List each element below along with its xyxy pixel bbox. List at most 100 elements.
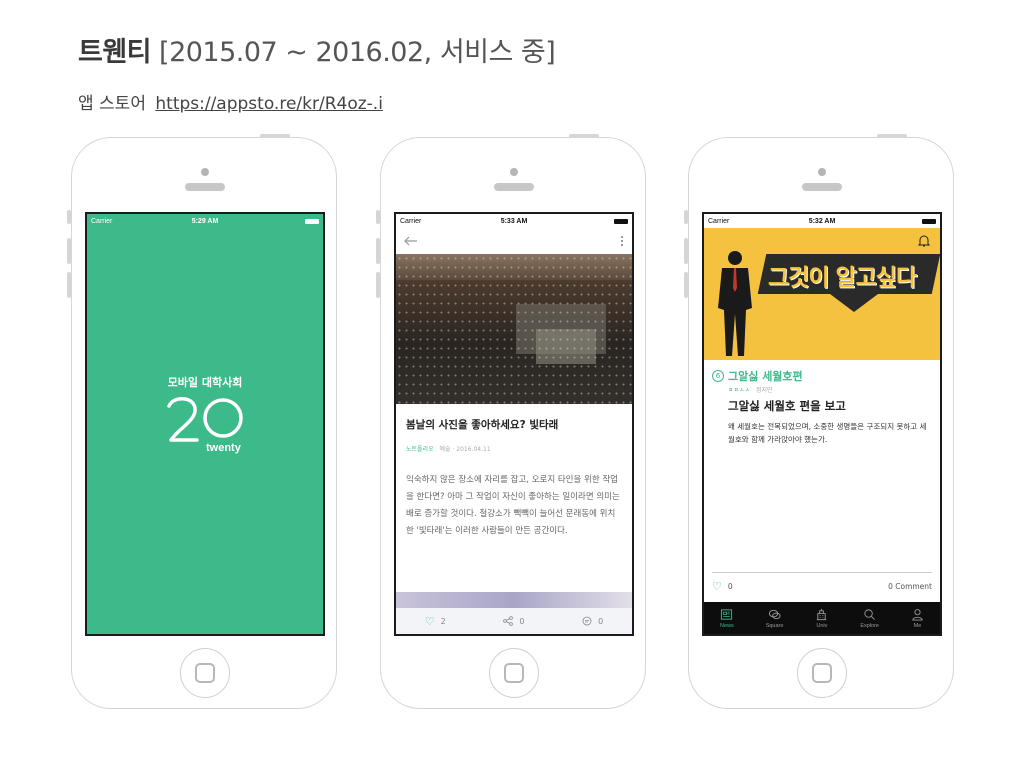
phone-volume-up — [67, 238, 71, 264]
article-category-date: 예술 · 2016.04.11 — [439, 446, 491, 453]
carrier-label: Carrier — [708, 217, 730, 225]
bell-icon[interactable] — [918, 234, 930, 247]
camera-icon — [201, 168, 209, 176]
home-button[interactable] — [489, 648, 539, 698]
battery-icon — [552, 218, 628, 224]
service-period: [2015.07 ~ 2016.02, 서비스 중] — [159, 37, 556, 68]
university-icon — [817, 608, 827, 620]
divider — [712, 572, 932, 573]
search-icon — [864, 608, 876, 620]
camera-icon — [818, 168, 826, 176]
user-icon — [912, 608, 923, 621]
post-stats: ♡ 0 0 Comment — [712, 580, 932, 593]
phone-volume-down — [67, 272, 71, 298]
phone-article: Carrier 5:33 AM 봄날의 사진을 좋아하세요? 빛타래 노트폴리오… — [376, 134, 646, 709]
episode-row[interactable]: 6 그알싫 세월호편 — [712, 368, 803, 384]
article-screen: Carrier 5:33 AM 봄날의 사진을 좋아하세요? 빛타래 노트폴리오… — [394, 212, 634, 636]
phone-top-button — [569, 134, 599, 138]
home-button[interactable] — [797, 648, 847, 698]
article-source[interactable]: 노트폴리오 — [406, 446, 434, 453]
tab-news[interactable]: News — [720, 608, 734, 629]
phone-mute-switch — [67, 210, 71, 224]
news-icon — [721, 608, 733, 620]
speaker-grill — [494, 183, 534, 191]
tab-label: Explore — [860, 622, 879, 629]
battery-icon — [860, 218, 936, 224]
store-info: 앱 스토어 https://appsto.re/kr/R4oz-.i — [78, 89, 383, 114]
next-article-photo[interactable] — [396, 592, 632, 608]
status-time: 5:33 AM — [500, 217, 528, 225]
carrier-label: Carrier — [400, 217, 422, 225]
tab-explore[interactable]: Explore — [860, 608, 879, 629]
camera-icon — [510, 168, 518, 176]
post-author: ㅍㅍㅅㅅ 정지민 — [728, 385, 773, 394]
post-body: 왜 세월호는 전복되었으며, 소중한 생명들은 구조되지 못하고 세월호와 함께… — [728, 422, 927, 444]
like-button[interactable]: ♡ 0 — [712, 580, 733, 593]
chat-bubbles-icon — [768, 609, 781, 619]
phone-splash: Carrier 5:29 AM 모바일 대학사회 twenty — [67, 134, 337, 709]
speaker-grill — [802, 183, 842, 191]
tab-label: Me — [913, 622, 922, 629]
phone-mute-switch — [376, 210, 380, 224]
phone-top-button — [877, 134, 907, 138]
like-button[interactable]: ♡ 2 — [425, 615, 446, 628]
episode-number: 6 — [712, 370, 724, 382]
store-link[interactable]: https://appsto.re/kr/R4oz-.i — [155, 94, 383, 114]
arrow-left-icon[interactable] — [404, 236, 418, 246]
share-button[interactable]: 0 — [503, 616, 524, 626]
phone-volume-down — [376, 272, 380, 298]
comment-count[interactable]: 0 Comment — [888, 582, 932, 591]
phone-top-button — [260, 134, 290, 138]
tab-label: Square — [765, 622, 784, 629]
home-button[interactable] — [180, 648, 230, 698]
speaker-grill — [185, 183, 225, 191]
more-vertical-icon[interactable] — [620, 235, 624, 247]
episode-banner: 그것이 알고싶다 — [704, 228, 940, 360]
share-count: 0 — [519, 616, 525, 626]
detail-screen: Carrier 5:32 AM 그것이 알고싶다 6 그알싫 세월호편 ㅍㅍㅅㅅ… — [702, 212, 942, 636]
article-nav-bar — [396, 228, 632, 254]
tab-label: News — [719, 622, 734, 629]
article-meta: 노트폴리오 예술 · 2016.04.11 — [406, 444, 491, 453]
article-photo — [396, 254, 632, 404]
phone-volume-down — [684, 272, 688, 298]
bottom-tab-bar: News Square Univ Explore Me — [704, 602, 940, 634]
article-title: 봄날의 사진을 좋아하세요? 빛타래 — [406, 419, 559, 431]
phone-volume-up — [684, 238, 688, 264]
like-count: 2 — [440, 616, 446, 626]
heart-icon: ♡ — [712, 580, 722, 593]
tab-me[interactable]: Me — [911, 608, 924, 629]
like-count: 0 — [727, 582, 733, 591]
episode-title: 그알싫 세월호편 — [728, 370, 803, 383]
page-title: 트웬티 [2015.07 ~ 2016.02, 서비스 중] — [78, 30, 556, 69]
author-name: 정지민 — [756, 387, 773, 394]
article-action-bar: ♡ 2 0 0 — [396, 608, 632, 634]
author-handle[interactable]: ㅍㅍㅅㅅ — [728, 387, 750, 394]
banner-pointer — [830, 294, 878, 312]
tab-univ[interactable]: Univ — [815, 608, 828, 629]
logo-word: twenty — [206, 442, 241, 454]
store-label: 앱 스토어 — [78, 94, 146, 114]
comment-icon — [582, 616, 592, 626]
battery-icon — [243, 218, 319, 224]
comment-button[interactable]: 0 — [582, 616, 603, 626]
tab-square[interactable]: Square — [765, 608, 784, 629]
status-bar: Carrier 5:29 AM — [87, 214, 323, 228]
share-icon — [503, 616, 514, 626]
article-body: 익숙하지 않은 장소에 자리를 잡고, 오로지 타인을 위한 작업을 한다면? … — [406, 475, 620, 536]
app-name: 트웬티 — [78, 37, 152, 68]
comment-count: 0 — [598, 616, 604, 626]
phone-detail: Carrier 5:32 AM 그것이 알고싶다 6 그알싫 세월호편 ㅍㅍㅅㅅ… — [684, 134, 954, 709]
banner-slogan: 그것이 알고싶다 — [768, 265, 917, 291]
post-title: 그알싫 세월호 편을 보고 — [728, 399, 846, 413]
status-bar: Carrier 5:32 AM — [704, 214, 940, 228]
carrier-label: Carrier — [91, 217, 113, 225]
status-time: 5:29 AM — [191, 217, 219, 225]
tab-label: Univ — [816, 622, 828, 629]
splash-tagline: 모바일 대학사회 — [167, 376, 243, 389]
heart-icon: ♡ — [424, 614, 435, 628]
status-bar: Carrier 5:33 AM — [396, 214, 632, 228]
status-time: 5:32 AM — [808, 217, 836, 225]
splash-screen: Carrier 5:29 AM 모바일 대학사회 twenty — [85, 212, 325, 636]
man-silhouette-icon — [718, 251, 752, 356]
